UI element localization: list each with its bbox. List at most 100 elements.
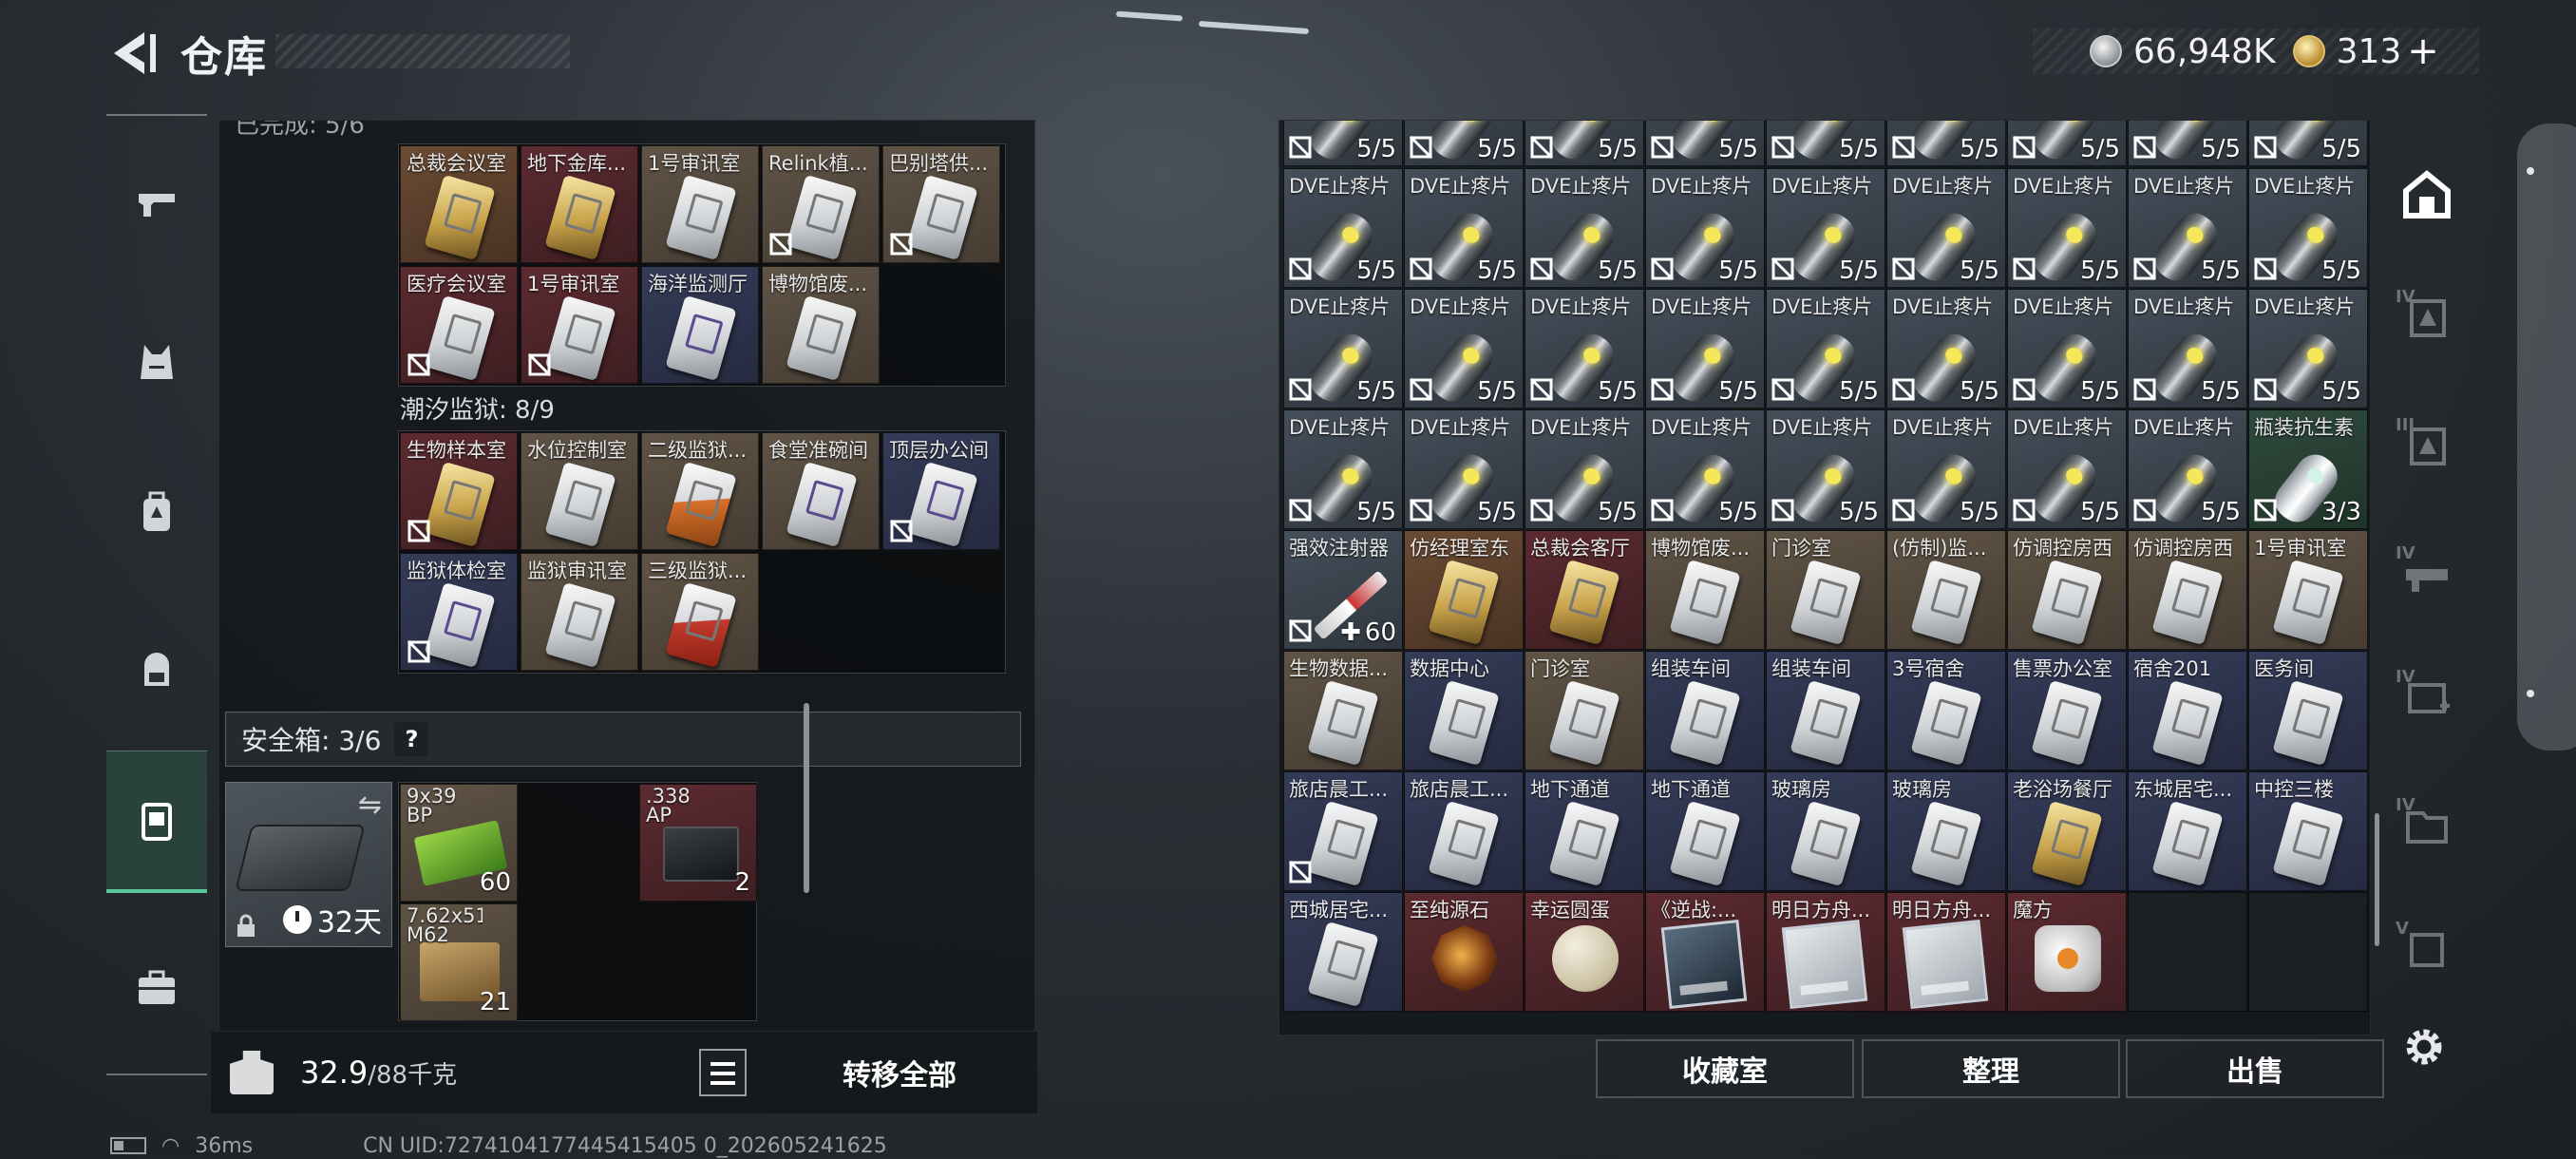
category-iv-2[interactable]: IV (2386, 522, 2468, 627)
inventory-item[interactable]: DVE止疼片 5/5 (2248, 289, 2368, 408)
inventory-item[interactable]: DVE止疼片 5/5 (1404, 168, 1524, 288)
ammo-item-9x39[interactable]: 9x39 BP 60 (400, 784, 518, 902)
inventory-item[interactable]: DVE止疼片 5/5 (2007, 289, 2127, 408)
inventory-item[interactable]: DVE止疼片 5/5 (1766, 289, 1885, 408)
inventory-item[interactable]: 明日方舟... (1766, 892, 1885, 1012)
inventory-item[interactable]: DVE止疼片 5/5 (1886, 168, 2006, 288)
inventory-item[interactable]: 至纯源石 (1404, 892, 1524, 1012)
inventory-item[interactable]: 魔方 (2007, 892, 2127, 1012)
swap-icon[interactable]: ⇋ (358, 788, 382, 822)
inventory-item[interactable]: DVE止疼片 5/5 (1525, 168, 1644, 288)
inventory-item[interactable]: 3号宿舍 (1886, 651, 2006, 770)
inventory-item[interactable]: 幸运圆蛋 (1525, 892, 1644, 1012)
inventory-item[interactable]: DVE止疼片 5/5 (1283, 289, 1403, 408)
inventory-item[interactable]: 5/5 (1525, 121, 1644, 166)
inventory-item[interactable]: 仿调控房西 (2128, 530, 2247, 650)
inventory-item[interactable]: DVE止疼片 5/5 (1886, 409, 2006, 529)
inventory-item[interactable]: 生物数据... (1283, 651, 1403, 770)
help-button[interactable]: ? (394, 722, 429, 756)
inventory-item[interactable]: DVE止疼片 5/5 (2128, 409, 2247, 529)
nav-weapons[interactable] (106, 133, 207, 276)
category-iv-3[interactable]: IV (2386, 646, 2468, 750)
keycard-item[interactable]: 监狱体检室 (400, 553, 518, 671)
inventory-item[interactable]: 瓶装抗生素 3/3 (2248, 409, 2368, 529)
keycard-item[interactable]: 巴别塔供... (882, 145, 1000, 263)
inventory-item[interactable]: 玻璃房 (1766, 771, 1885, 891)
inventory-item[interactable]: 宿舍201 (2128, 651, 2247, 770)
inventory-item[interactable]: DVE止疼片 5/5 (1766, 168, 1885, 288)
keycard-item[interactable]: 医疗会议室 (400, 266, 518, 384)
inventory-item[interactable]: 5/5 (1283, 121, 1403, 166)
nav-armor[interactable] (106, 290, 207, 432)
keycard-item[interactable]: 二级监狱... (641, 432, 759, 550)
inventory-item[interactable]: 明日方舟... (1886, 892, 2006, 1012)
keycard-item[interactable]: 水位控制室 (521, 432, 638, 550)
inventory-item[interactable]: 老浴场餐厅 (2007, 771, 2127, 891)
keycard-item[interactable]: Relink植... (762, 145, 880, 263)
keycard-item[interactable]: 1号审讯室 (521, 266, 638, 384)
inventory-item[interactable]: 地下通道 (1645, 771, 1765, 891)
inventory-item[interactable]: 玻璃房 (1886, 771, 2006, 891)
inventory-item[interactable]: 地下通道 (1525, 771, 1644, 891)
category-all[interactable] (2386, 142, 2468, 247)
nav-case[interactable] (106, 917, 207, 1059)
inventory-item[interactable]: 5/5 (1404, 121, 1524, 166)
inventory-item[interactable]: 5/5 (2248, 121, 2368, 166)
settings-gear-icon[interactable] (2397, 1020, 2451, 1074)
inventory-item[interactable]: DVE止疼片 5/5 (1525, 409, 1644, 529)
inventory-item[interactable]: 东城居宅... (2128, 771, 2247, 891)
inventory-item[interactable]: 数据中心 (1404, 651, 1524, 770)
inventory-item[interactable]: 西城居宅... (1283, 892, 1403, 1012)
inventory-item[interactable]: 5/5 (2007, 121, 2127, 166)
inventory-item[interactable]: 1号审讯室 (2248, 530, 2368, 650)
back-button[interactable] (104, 27, 161, 80)
inventory-item[interactable]: 售票办公室 (2007, 651, 2127, 770)
list-view-button[interactable] (699, 1049, 747, 1096)
ammo-item-762[interactable]: 7.62x51 M62 21 (400, 903, 518, 1021)
keycard-item[interactable]: 地下金库... (521, 145, 638, 263)
inventory-item[interactable]: 组装车间 (1645, 651, 1765, 770)
inventory-item[interactable]: DVE止疼片 5/5 (2007, 409, 2127, 529)
ammo-item-338[interactable]: .338 AP 2 (639, 784, 757, 902)
nav-safebox[interactable] (106, 750, 207, 893)
add-currency-button[interactable]: + (2407, 29, 2439, 73)
transfer-all-button[interactable]: 转移全部 (771, 1032, 1028, 1113)
keycard-item[interactable]: 生物样本室 (400, 432, 518, 550)
inventory-item[interactable]: DVE止疼片 5/5 (1283, 409, 1403, 529)
keycard-item[interactable]: 总裁会议室 (400, 145, 518, 263)
inventory-item[interactable]: 门诊室 (1766, 530, 1885, 650)
inventory-item[interactable]: DVE止疼片 5/5 (2128, 289, 2247, 408)
inventory-item[interactable]: 总裁会客厅 (1525, 530, 1644, 650)
inventory-item[interactable]: DVE止疼片 5/5 (1645, 409, 1765, 529)
inventory-item[interactable]: 门诊室 (1525, 651, 1644, 770)
inventory-item[interactable]: DVE止疼片 5/5 (1645, 289, 1765, 408)
inventory-item[interactable]: (仿制)监... (1886, 530, 2006, 650)
category-v[interactable]: V (2386, 898, 2468, 1002)
inventory-item[interactable]: 旅店晨工... (1283, 771, 1403, 891)
keycard-item[interactable]: 顶层办公间 (882, 432, 1000, 550)
inventory-item[interactable]: 旅店晨工... (1404, 771, 1524, 891)
keycard-item[interactable]: 博物馆废... (762, 266, 880, 384)
inventory-item[interactable]: DVE止疼片 5/5 (1525, 289, 1644, 408)
side-drawer-tab[interactable] (2517, 124, 2576, 750)
safebox-item[interactable]: ⇋ 32天 (225, 782, 392, 947)
inventory-item[interactable]: DVE止疼片 5/5 (1766, 409, 1885, 529)
nav-rig[interactable] (106, 598, 207, 741)
keycard-item[interactable]: 食堂准碗间 (762, 432, 880, 550)
inventory-item[interactable]: 5/5 (2128, 121, 2247, 166)
inventory-item[interactable]: DVE止疼片 5/5 (1404, 289, 1524, 408)
inventory-item[interactable]: 医务间 (2248, 651, 2368, 770)
nav-backpack[interactable] (106, 442, 207, 584)
keycard-item[interactable]: 海洋监测厅 (641, 266, 759, 384)
inventory-item[interactable]: DVE止疼片 5/5 (1404, 409, 1524, 529)
sell-button[interactable]: 出售 (2126, 1039, 2384, 1098)
inventory-item[interactable]: DVE止疼片 5/5 (2128, 168, 2247, 288)
inventory-item[interactable]: DVE止疼片 5/5 (2248, 168, 2368, 288)
inventory-item[interactable]: 组装车间 (1766, 651, 1885, 770)
keycard-item[interactable]: 三级监狱... (641, 553, 759, 671)
sort-button[interactable]: 整理 (1862, 1039, 2120, 1098)
inventory-item[interactable]: 中控三楼 (2248, 771, 2368, 891)
inventory-item[interactable]: 强效注射器 ✚ 60 (1283, 530, 1403, 650)
inventory-item[interactable]: DVE止疼片 5/5 (1283, 168, 1403, 288)
inventory-item[interactable]: 《逆战:... (1645, 892, 1765, 1012)
